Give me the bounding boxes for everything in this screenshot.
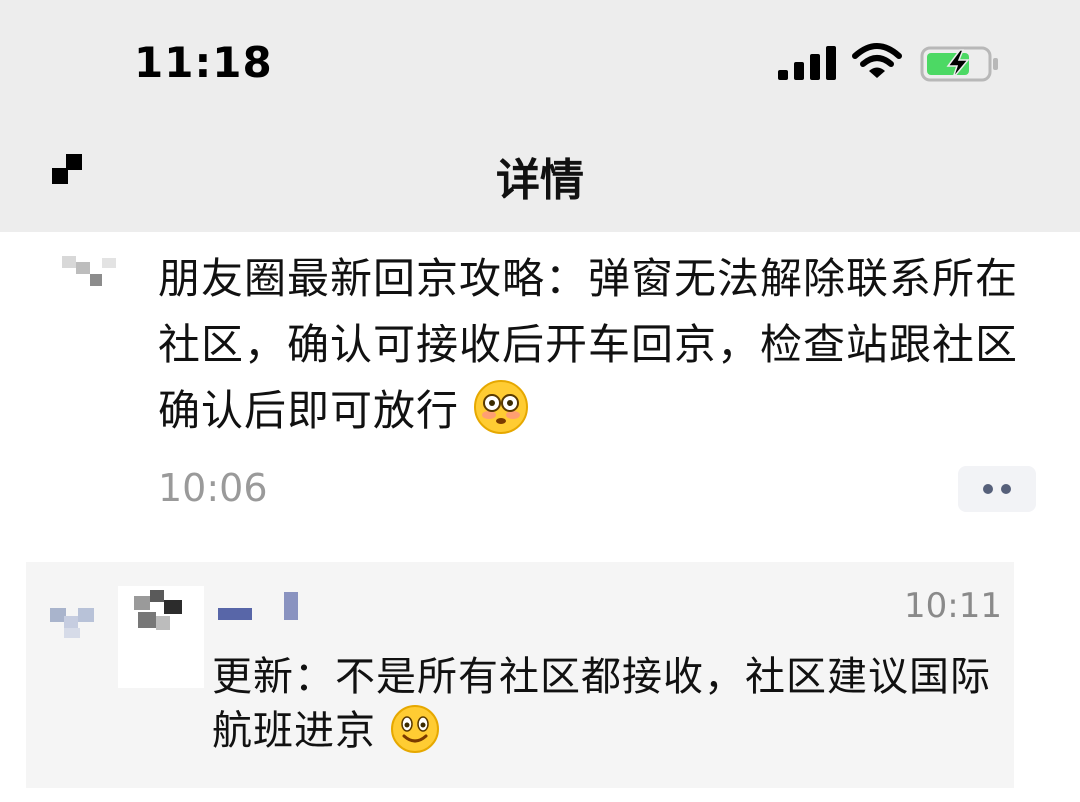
page-title: 详情	[496, 155, 584, 206]
wifi-icon	[852, 43, 902, 78]
comment-timestamp: 10:11	[904, 586, 1002, 626]
comment-icon	[50, 608, 94, 638]
more-actions-button[interactable]	[958, 466, 1036, 512]
commenter-avatar[interactable]	[118, 586, 204, 688]
post-text-content: 朋友圈最新回京攻略：弹窗无法解除联系所在社区，确认可接收后开车回京，检查站跟社区…	[158, 254, 1019, 435]
comment-text-content: 更新：不是所有社区都接收，社区建议国际航班进京	[212, 654, 991, 754]
post-timestamp: 10:06	[158, 466, 268, 510]
battery-charging-icon	[920, 46, 998, 82]
commenter-name[interactable]	[218, 590, 308, 626]
top-bar: 11:18 详情	[0, 0, 1080, 232]
status-time: 11:18	[134, 38, 273, 87]
more-dots-icon	[1001, 484, 1011, 494]
cellular-signal-icon	[778, 46, 836, 80]
post-text: 朋友圈最新回京攻略：弹窗无法解除联系所在社区，确认可接收后开车回京，检查站跟社区…	[158, 246, 1048, 444]
poster-avatar[interactable]	[62, 250, 118, 290]
smiling-face-emoji	[390, 705, 439, 753]
more-dots-icon	[983, 484, 993, 494]
flushed-face-emoji	[474, 380, 529, 434]
comment-text: 更新：不是所有社区都接收，社区建议国际航班进京	[212, 650, 1002, 758]
